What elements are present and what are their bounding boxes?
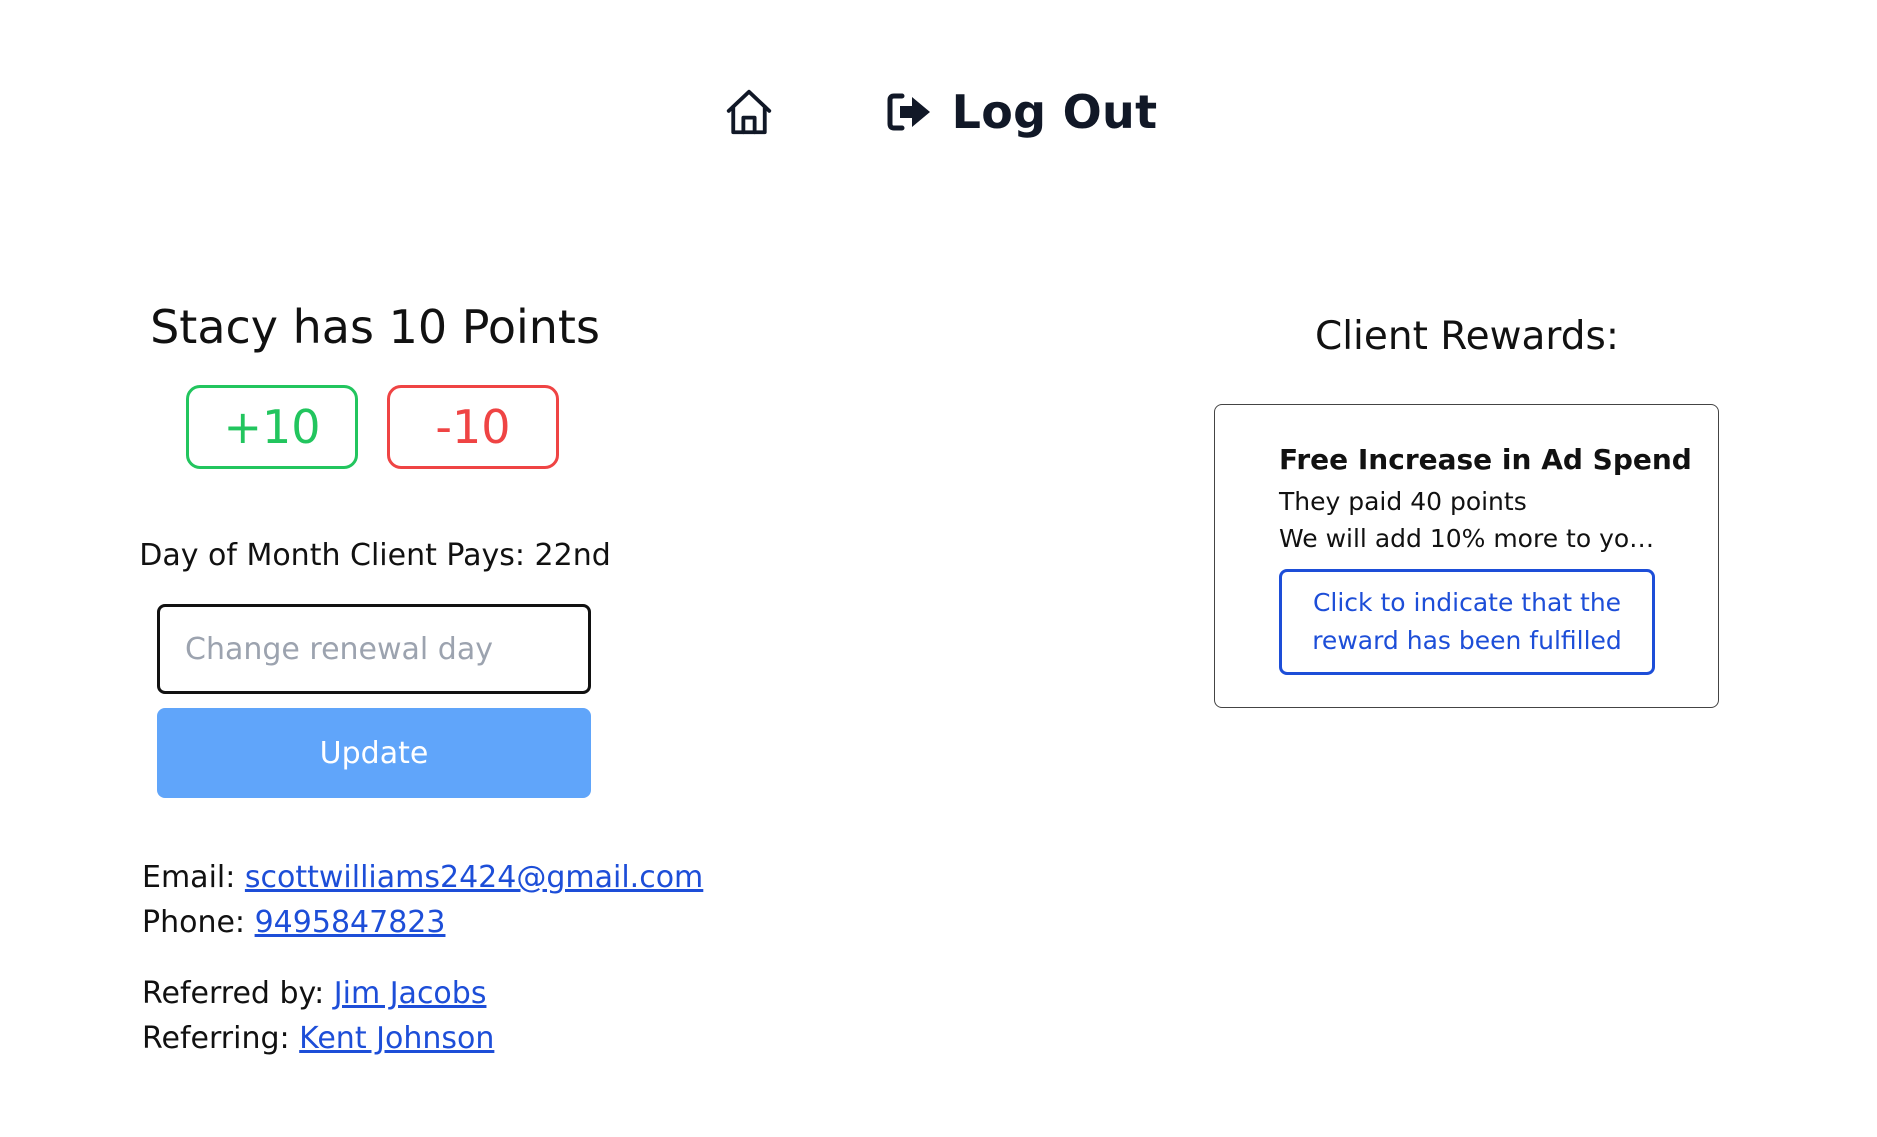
reward-description: We will add 10% more to your ... xyxy=(1279,524,1659,553)
update-button[interactable]: Update xyxy=(157,708,591,798)
phone-label: Phone: xyxy=(142,905,246,940)
referring-row: Referring: Kent Johnson xyxy=(142,1021,494,1056)
pay-day-text: Day of Month Client Pays: 22nd xyxy=(139,538,611,573)
page: Log Out Stacy has 10 Points +10 -10 Day … xyxy=(0,0,1877,1137)
referring-link[interactable]: Kent Johnson xyxy=(299,1021,494,1056)
email-row: Email: scottwilliams2424@gmail.com xyxy=(142,860,703,895)
home-icon xyxy=(726,89,771,135)
fulfill-reward-button[interactable]: Click to indicate that the reward has be… xyxy=(1279,569,1655,675)
reward-card: Free Increase in Ad Spend They paid 40 p… xyxy=(1214,404,1719,708)
referred-by-link[interactable]: Jim Jacobs xyxy=(334,976,487,1011)
referred-by-label: Referred by: xyxy=(142,976,325,1011)
email-link[interactable]: scottwilliams2424@gmail.com xyxy=(245,860,703,895)
logout-arrow-icon xyxy=(887,93,930,131)
reward-name: Free Increase in Ad Spend xyxy=(1279,443,1692,476)
home-button[interactable] xyxy=(720,83,778,141)
renewal-day-input[interactable] xyxy=(157,604,591,694)
phone-row: Phone: 9495847823 xyxy=(142,905,445,940)
referred-by-row: Referred by: Jim Jacobs xyxy=(142,976,486,1011)
subtract-points-button[interactable]: -10 xyxy=(387,385,559,469)
referring-label: Referring: xyxy=(142,1021,290,1056)
points-title: Stacy has 10 Points xyxy=(150,300,600,354)
email-label: Email: xyxy=(142,860,236,895)
reward-cost: They paid 40 points xyxy=(1279,487,1527,516)
add-points-button[interactable]: +10 xyxy=(186,385,358,469)
phone-link[interactable]: 9495847823 xyxy=(255,905,446,940)
logout-label: Log Out xyxy=(951,85,1158,139)
rewards-title: Client Rewards: xyxy=(1314,314,1619,359)
logout-button[interactable]: Log Out xyxy=(886,85,1158,139)
top-nav: Log Out xyxy=(0,72,1877,152)
